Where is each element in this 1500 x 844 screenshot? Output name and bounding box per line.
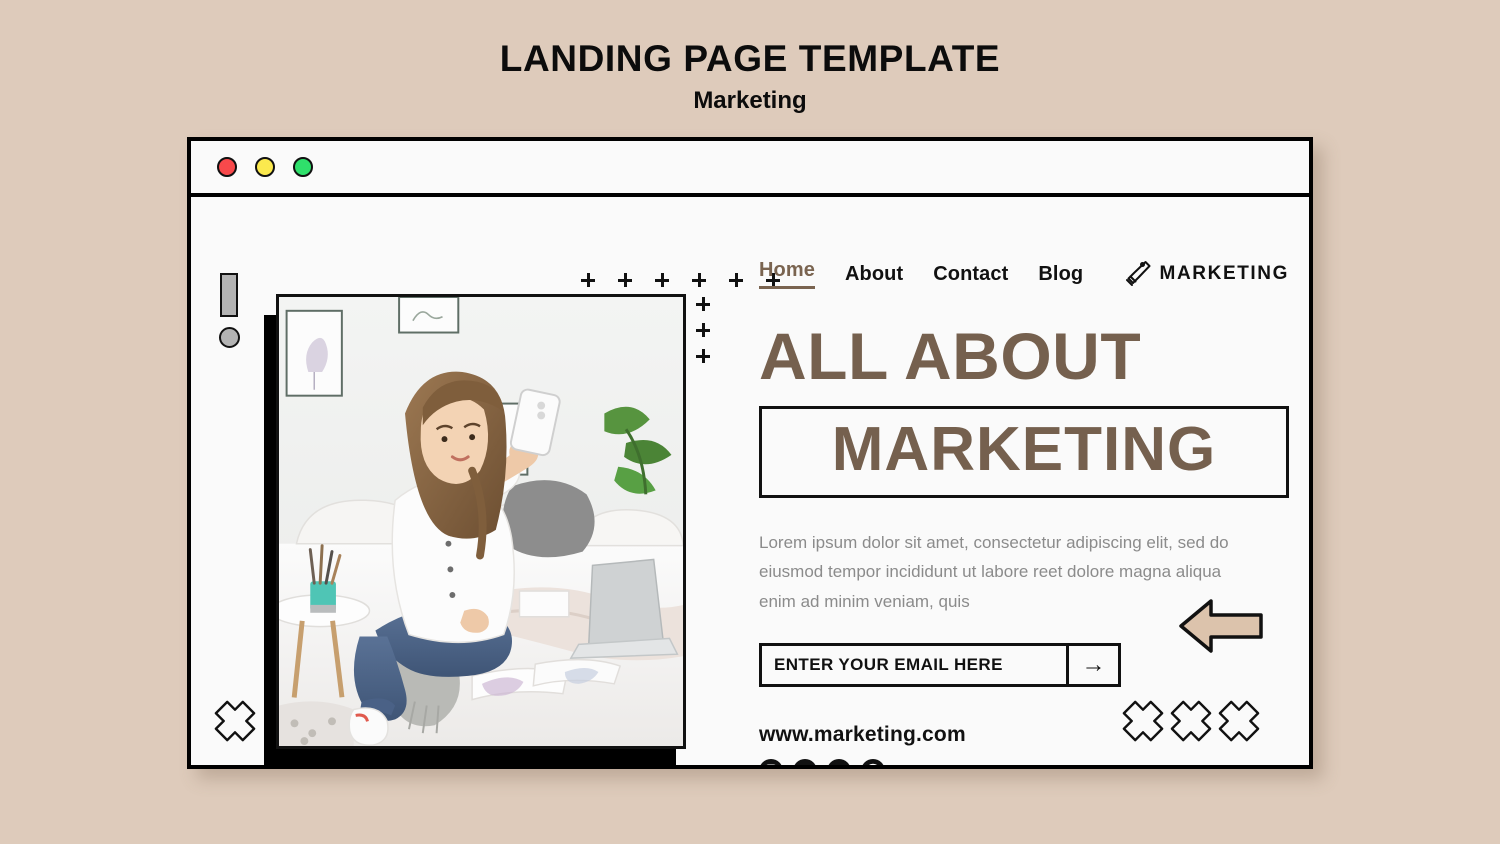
plus-icon (655, 273, 669, 287)
plus-marks-column (696, 297, 710, 363)
plus-icon (618, 273, 632, 287)
browser-titlebar (191, 141, 1309, 197)
website-url: www.marketing.com (759, 722, 966, 746)
email-input[interactable] (762, 645, 1066, 684)
plus-icon (729, 273, 743, 287)
page-content: Home About Contact Blog MARKETING ALL AB… (759, 257, 1289, 765)
poster-header: LANDING PAGE TEMPLATE Marketing (0, 38, 1500, 115)
exclamation-dot (219, 327, 240, 348)
x-mark-icon (213, 699, 257, 743)
browser-window: Home About Contact Blog MARKETING ALL AB… (187, 137, 1313, 769)
plus-icon (696, 297, 710, 311)
exclamation-bar (220, 273, 238, 317)
email-submit-button[interactable]: → (1066, 645, 1118, 684)
megaphone-icon (1124, 260, 1152, 288)
nav-item-home[interactable]: Home (759, 259, 815, 289)
main-navigation: Home About Contact Blog MARKETING (759, 257, 1289, 291)
nav-item-blog[interactable]: Blog (1038, 263, 1083, 286)
plus-icon (696, 323, 710, 337)
hero-image (276, 294, 686, 749)
plus-icon (696, 349, 710, 363)
twitter-icon[interactable] (827, 758, 851, 765)
whatsapp-icon[interactable] (861, 758, 885, 765)
hero-headline-box: MARKETING (759, 405, 1289, 498)
social-links (759, 758, 1289, 765)
brand-logo[interactable]: MARKETING (1124, 260, 1289, 288)
hero-image-container (264, 294, 686, 765)
window-minimize-button[interactable] (255, 157, 275, 177)
page-subtitle: Marketing (693, 86, 807, 114)
page-title: LANDING PAGE TEMPLATE (499, 38, 1001, 79)
facebook-icon[interactable] (793, 758, 817, 765)
nav-item-contact[interactable]: Contact (933, 263, 1008, 286)
plus-icon (581, 273, 595, 287)
nav-item-about[interactable]: About (845, 263, 903, 286)
instagram-icon[interactable] (759, 758, 783, 765)
hero-headline: ALL ABOUT (759, 319, 1142, 393)
browser-viewport: Home About Contact Blog MARKETING ALL AB… (191, 197, 1309, 765)
plus-icon (692, 273, 706, 287)
window-maximize-button[interactable] (293, 157, 313, 177)
window-close-button[interactable] (217, 157, 237, 177)
plus-marks-row (581, 273, 780, 287)
hero-headline-boxed-text: MARKETING (831, 414, 1217, 484)
hero-paragraph: Lorem ipsum dolor sit amet, consectetur … (759, 532, 1229, 612)
decorative-exclamation (219, 273, 240, 348)
email-signup-form: → (759, 642, 1121, 687)
brand-name: MARKETING (1159, 263, 1289, 284)
